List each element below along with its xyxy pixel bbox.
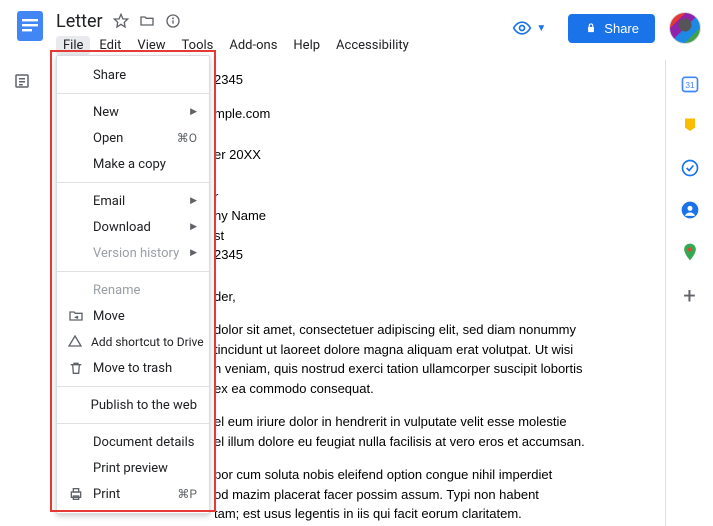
menubar: File Edit View Tools Add-ons Help Access… bbox=[56, 36, 504, 55]
doc-line: 2345 bbox=[214, 70, 625, 90]
contacts-icon[interactable] bbox=[680, 200, 700, 220]
file-menu-dropdown: Share New▶ Open⌘O Make a copy Email▶ Dow… bbox=[56, 55, 210, 514]
doc-line: der, bbox=[214, 287, 625, 307]
menu-move-to-trash[interactable]: Move to trash bbox=[57, 355, 209, 381]
menu-share[interactable]: Share bbox=[57, 62, 209, 88]
doc-line: el eum iriure dolor in hendrerit in vulp… bbox=[214, 412, 625, 432]
visibility-button[interactable]: ▼ bbox=[504, 12, 554, 44]
avatar[interactable] bbox=[669, 12, 701, 44]
menu-addons[interactable]: Add-ons bbox=[222, 36, 284, 55]
drive-shortcut-icon bbox=[67, 334, 83, 350]
submenu-arrow-icon: ▶ bbox=[190, 196, 197, 206]
menu-tools[interactable]: Tools bbox=[175, 36, 221, 55]
doc-line: el illum dolore eu feugiat nulla facilis… bbox=[214, 432, 625, 452]
menu-version-history[interactable]: Version history▶ bbox=[57, 240, 209, 266]
menu-download[interactable]: Download▶ bbox=[57, 214, 209, 240]
doc-line: mple.com bbox=[214, 104, 625, 124]
doc-line: dolor sit amet, consectetuer adipiscing … bbox=[214, 320, 625, 340]
submenu-arrow-icon: ▶ bbox=[190, 248, 197, 258]
menu-accessibility[interactable]: Accessibility bbox=[329, 36, 416, 55]
menu-file[interactable]: File bbox=[56, 36, 90, 55]
share-button-label: Share bbox=[604, 21, 639, 36]
print-icon bbox=[67, 486, 85, 502]
tasks-icon[interactable] bbox=[680, 158, 700, 178]
menu-document-details[interactable]: Document details bbox=[57, 429, 209, 455]
add-icon[interactable]: + bbox=[683, 284, 695, 309]
folder-move-icon bbox=[67, 308, 85, 324]
menu-publish[interactable]: Publish to the web bbox=[57, 392, 209, 418]
menu-add-shortcut[interactable]: Add shortcut to Drive bbox=[57, 329, 209, 355]
menu-new[interactable]: New▶ bbox=[57, 99, 209, 125]
doc-line: n veniam, quis nostrud exerci tation ull… bbox=[214, 359, 625, 379]
menu-make-copy[interactable]: Make a copy bbox=[57, 151, 209, 177]
svg-text:31: 31 bbox=[685, 80, 695, 90]
star-icon[interactable] bbox=[113, 13, 129, 29]
doc-title[interactable]: Letter bbox=[56, 11, 103, 32]
menu-help[interactable]: Help bbox=[286, 36, 327, 55]
doc-line: ny Name bbox=[214, 206, 625, 226]
keep-icon[interactable] bbox=[680, 116, 700, 136]
doc-line: 2345 bbox=[214, 245, 625, 265]
share-button[interactable]: Share bbox=[568, 14, 655, 43]
move-icon[interactable] bbox=[139, 13, 155, 29]
info-icon[interactable] bbox=[165, 13, 181, 29]
trash-icon bbox=[67, 360, 85, 376]
docs-logo[interactable] bbox=[12, 8, 48, 44]
doc-line: ex ea commodo consequat. bbox=[214, 379, 625, 399]
calendar-icon[interactable]: 31 bbox=[680, 74, 700, 94]
menu-print[interactable]: Print⌘P bbox=[57, 481, 209, 507]
outline-icon[interactable] bbox=[13, 72, 31, 94]
menu-edit[interactable]: Edit bbox=[92, 36, 128, 55]
submenu-arrow-icon: ▶ bbox=[190, 222, 197, 232]
doc-line: od mazim placerat facer possim assum. Ty… bbox=[214, 485, 625, 505]
submenu-arrow-icon: ▶ bbox=[190, 107, 197, 117]
doc-line: er 20XX bbox=[214, 145, 625, 165]
menu-rename: Rename bbox=[57, 277, 209, 303]
doc-line: st bbox=[214, 226, 625, 246]
doc-line: por cum soluta nobis eleifend option con… bbox=[214, 465, 625, 485]
doc-line: r bbox=[214, 187, 625, 207]
menu-email[interactable]: Email▶ bbox=[57, 188, 209, 214]
menu-move[interactable]: Move bbox=[57, 303, 209, 329]
menu-view[interactable]: View bbox=[130, 36, 172, 55]
menu-open[interactable]: Open⌘O bbox=[57, 125, 209, 151]
menu-print-preview[interactable]: Print preview bbox=[57, 455, 209, 481]
doc-line: tam; est usus legentis in iis qui facit … bbox=[214, 504, 625, 524]
chevron-down-icon: ▼ bbox=[536, 23, 546, 34]
maps-icon[interactable] bbox=[680, 242, 700, 262]
doc-line: tincidunt ut laoreet dolore magna aliqua… bbox=[214, 340, 625, 360]
